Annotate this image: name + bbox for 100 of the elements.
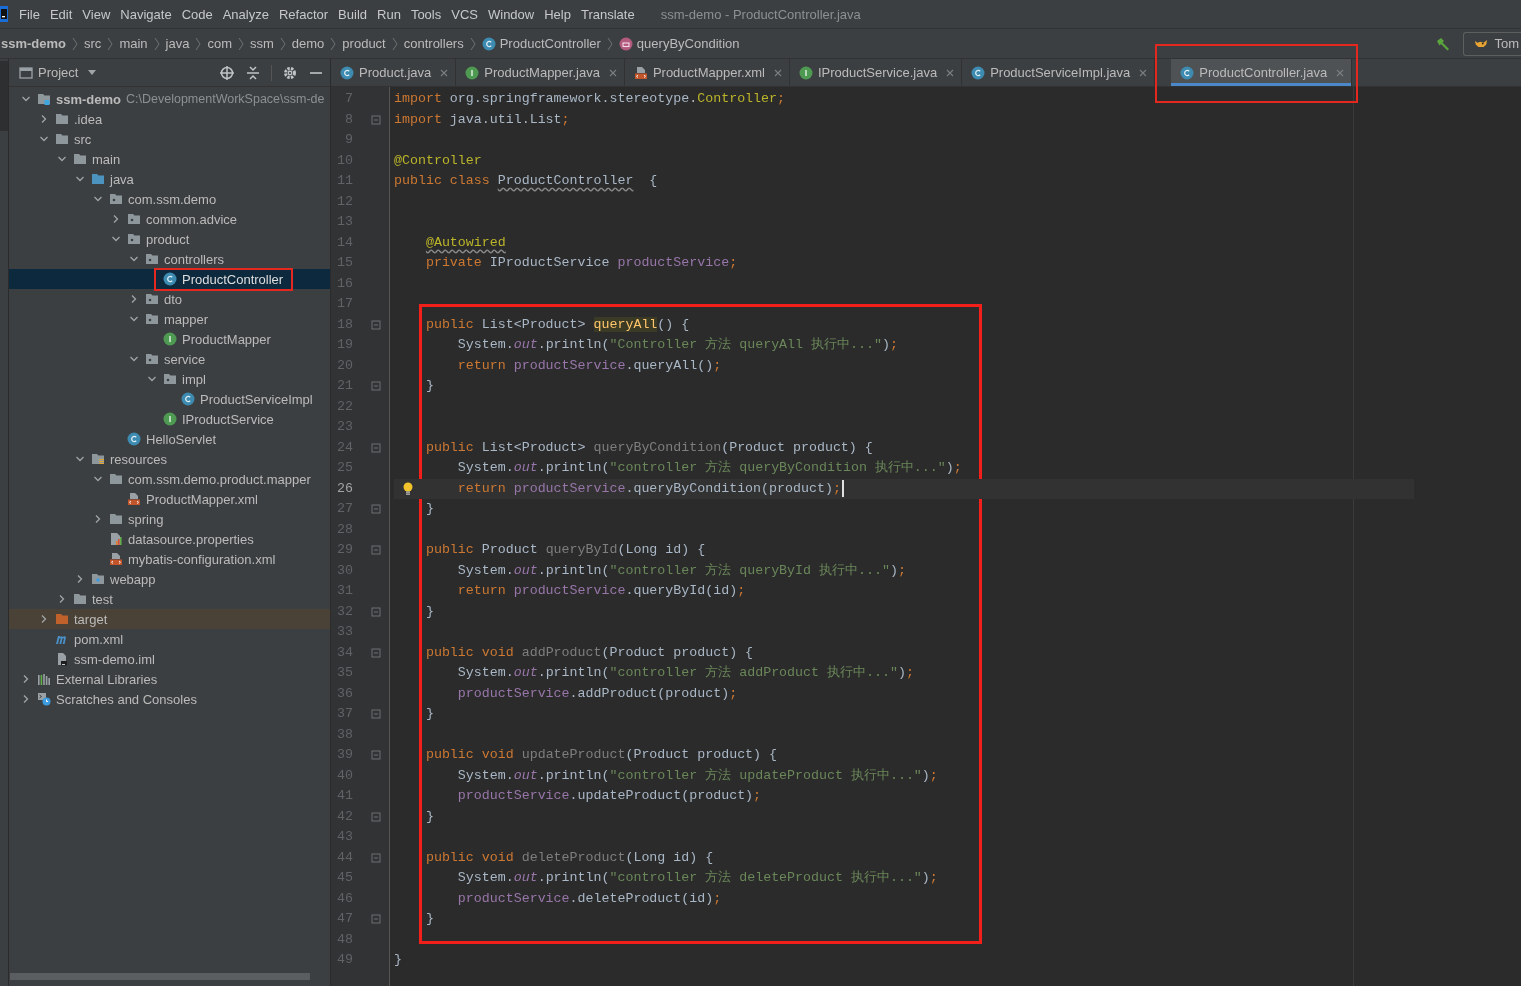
tree-item[interactable]: com.ssm.demo [9,189,330,209]
menu-item[interactable]: Window [487,6,535,22]
chevron-down-icon[interactable] [93,194,103,204]
chevron-down-icon[interactable] [111,234,121,244]
breadcrumb-item[interactable]: java [165,36,190,51]
fold-marker-icon[interactable] [371,606,381,617]
tree-item[interactable]: target [9,609,330,629]
breadcrumb-item[interactable]: queryByCondition [618,36,740,51]
menu-item[interactable]: VCS [451,6,478,22]
menu-item[interactable]: Tools [410,6,442,22]
settings-icon[interactable] [282,64,298,81]
tree-item[interactable]: ProductController [9,269,330,289]
tree-item[interactable]: mapper [9,309,330,329]
collapse-all-icon[interactable] [245,64,261,81]
tree-item[interactable]: resources [9,449,330,469]
breadcrumb-item[interactable]: demo [291,36,325,51]
editor-tab[interactable]: ProductServiceImpl.java [962,59,1156,86]
menu-item[interactable]: Build [338,6,367,22]
tree-item[interactable]: ssm-demo C:\DevelopmentWorkSpace\ssm-de [9,89,330,109]
tree-item[interactable]: com.ssm.demo.product.mapper [9,469,330,489]
menu-item[interactable]: Navigate [120,6,172,22]
chevron-down-icon[interactable] [57,154,67,164]
fold-marker-icon[interactable] [371,114,381,125]
chevron-down-icon[interactable] [21,94,31,104]
breadcrumb-item[interactable]: product [342,36,386,51]
editor-tab[interactable]: ProductMapper.xml [624,59,790,86]
fold-marker-icon[interactable] [371,319,381,330]
menu-item[interactable]: Analyze [222,6,269,22]
chevron-down-icon[interactable] [129,254,139,264]
chevron-right-icon[interactable] [111,214,121,224]
tree-item[interactable]: HelloServlet [9,429,330,449]
fold-marker-icon[interactable] [371,442,381,453]
menu-item[interactable]: File [19,6,40,22]
close-icon[interactable] [1336,68,1345,77]
fold-marker-icon[interactable] [371,545,381,556]
tree-item[interactable]: IProductService [9,409,330,429]
tree-item[interactable]: java [9,169,330,189]
tree-item[interactable]: main [9,149,330,169]
tree-item[interactable]: .idea [9,109,330,129]
tree-item[interactable]: product [9,229,330,249]
chevron-right-icon[interactable] [39,114,49,124]
tree-item[interactable]: ProductMapper [9,329,330,349]
close-icon[interactable] [946,68,955,77]
fold-marker-icon[interactable] [371,381,381,392]
chevron-down-icon[interactable] [129,354,139,364]
menu-item[interactable]: Help [544,6,571,22]
menu-item[interactable]: Edit [49,6,73,22]
tree-item[interactable]: ProductServiceImpl [9,389,330,409]
menu-item[interactable]: Run [377,6,401,22]
tree-item[interactable]: src [9,129,330,149]
tree-item[interactable]: controllers [9,249,330,269]
tree-item[interactable]: service [9,349,330,369]
close-icon[interactable] [1139,68,1148,77]
tree-item[interactable]: test [9,589,330,609]
breadcrumb-item[interactable]: ssm [250,36,274,51]
tree-item[interactable]: webapp [9,569,330,589]
project-view-selector[interactable]: Project [19,65,97,80]
scrollbar[interactable] [10,973,310,980]
chevron-right-icon[interactable] [21,694,31,704]
menu-item[interactable]: View [82,6,111,22]
menu-item[interactable]: Refactor [278,6,329,22]
tree-item[interactable]: ssm-demo.iml [9,649,330,669]
close-icon[interactable] [440,68,449,77]
editor-tab[interactable]: ProductMapper.java [456,59,625,86]
fold-marker-icon[interactable] [371,709,381,720]
tree-item[interactable]: impl [9,369,330,389]
tree-item[interactable]: ProductMapper.xml [9,489,330,509]
chevron-right-icon[interactable] [57,594,67,604]
chevron-down-icon[interactable] [129,314,139,324]
hammer-icon[interactable] [1435,35,1452,52]
tree-item[interactable]: dto [9,289,330,309]
chevron-down-icon[interactable] [75,454,85,464]
tree-item[interactable]: mybatis-configuration.xml [9,549,330,569]
close-icon[interactable] [773,68,782,77]
fold-marker-icon[interactable] [371,914,381,925]
chevron-right-icon[interactable] [93,514,103,524]
tree-item[interactable]: Scratches and Consoles [9,689,330,709]
breadcrumb-item[interactable]: controllers [403,36,464,51]
chevron-down-icon[interactable] [147,374,157,384]
run-configuration-button[interactable]: Tom [1463,31,1521,56]
tree-item[interactable]: External Libraries [9,669,330,689]
chevron-right-icon[interactable] [39,614,49,624]
locate-icon[interactable] [219,64,235,81]
chevron-right-icon[interactable] [75,574,85,584]
chevron-down-icon[interactable] [39,134,49,144]
breadcrumb-item[interactable]: main [119,36,148,51]
tree-item[interactable]: pom.xml [9,629,330,649]
editor-tab[interactable]: ProductController.java [1171,59,1353,86]
editor-tab[interactable]: IProductService.java [789,59,963,86]
fold-marker-icon[interactable] [371,750,381,761]
menu-item[interactable]: Code [181,6,213,22]
close-icon[interactable] [608,68,617,77]
fold-marker-icon[interactable] [371,811,381,822]
breadcrumb-item[interactable]: src [84,36,102,51]
chevron-down-icon[interactable] [93,474,103,484]
lightbulb-icon[interactable] [403,481,413,496]
fold-marker-icon[interactable] [371,852,381,863]
chevron-right-icon[interactable] [21,674,31,684]
menu-item[interactable]: Translate [580,6,635,22]
tree-item[interactable]: common.advice [9,209,330,229]
